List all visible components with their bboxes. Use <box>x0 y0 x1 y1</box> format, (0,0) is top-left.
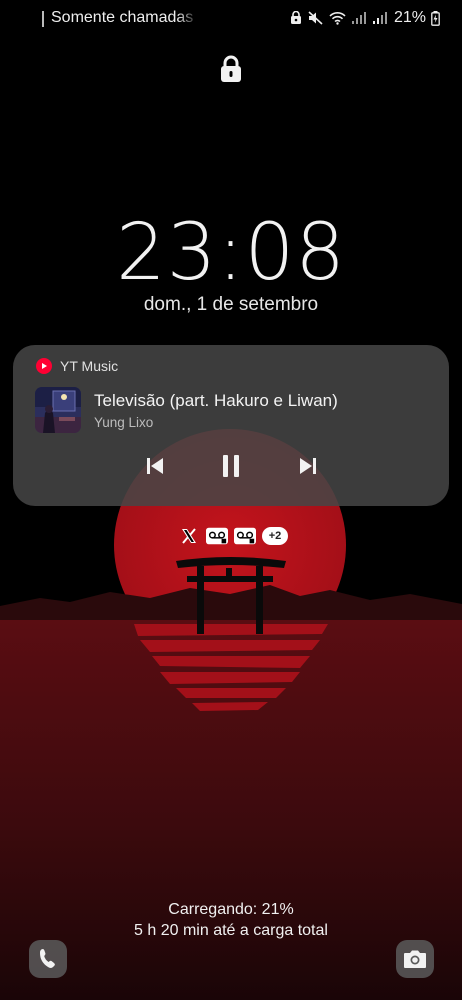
album-art <box>35 387 81 433</box>
pause-icon <box>223 455 239 477</box>
status-bar: Somente chamadas 21% <box>0 0 462 38</box>
x-icon <box>178 526 200 546</box>
phone-shortcut-button[interactable] <box>29 940 67 978</box>
notification-icons[interactable]: +2 <box>178 526 288 546</box>
charging-status: Carregando: 21% <box>168 901 294 918</box>
voicemail-icon <box>234 526 256 546</box>
padlock-icon[interactable] <box>219 55 243 88</box>
charging-time-remaining: 5 h 20 min até a carga total <box>134 922 328 939</box>
signal-icon <box>372 12 387 24</box>
next-icon <box>300 458 316 474</box>
youtube-music-icon <box>36 358 52 374</box>
media-app-name: YT Music <box>60 358 119 374</box>
status-divider <box>42 11 44 27</box>
previous-icon <box>147 458 163 474</box>
charging-info: Carregando: 21% 5 h 20 min até a carga t… <box>0 899 462 941</box>
pause-button[interactable] <box>213 448 249 484</box>
media-app-header: YT Music <box>36 358 118 374</box>
lock-screen-notif-icon <box>290 11 301 24</box>
mute-icon <box>308 11 323 25</box>
status-icons: 21% <box>290 9 426 27</box>
media-player-card[interactable]: YT Music Televisão (part. Hakuro e Liwan… <box>13 345 449 506</box>
previous-button[interactable] <box>137 448 173 484</box>
track-title: Televisão (part. Hakuro e Liwan) <box>94 391 338 410</box>
camera-icon <box>404 950 426 968</box>
clock-date: dom., 1 de setembro <box>143 294 319 315</box>
ring-mode-text: Somente chamadas <box>51 9 194 26</box>
wifi-icon <box>329 12 346 25</box>
phone-icon <box>40 949 55 968</box>
more-notifications-badge: +2 <box>262 527 288 545</box>
voicemail-icon <box>206 526 228 546</box>
next-button[interactable] <box>290 448 326 484</box>
camera-shortcut-button[interactable] <box>396 940 434 978</box>
clock-time: 23:08 <box>116 208 346 298</box>
battery-percent: 21% <box>393 9 426 26</box>
signal-icon <box>351 12 366 24</box>
battery-charging-icon <box>431 11 440 26</box>
track-artist: Yung Lixo <box>94 415 154 430</box>
